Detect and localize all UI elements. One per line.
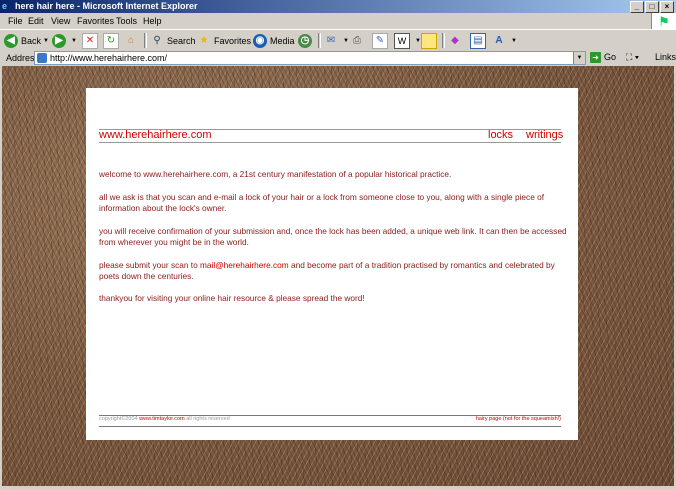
discuss-icon — [421, 32, 437, 49]
address-value: http://www.herehairhere.com/ — [50, 53, 168, 63]
chevron-down-icon: ▼ — [511, 37, 517, 44]
window-title: here hair here - Microsoft Internet Expl… — [15, 1, 198, 11]
go-arrow-icon: ➜ — [590, 52, 601, 63]
page-viewport: www.herehairhere.com locks writings welc… — [2, 66, 674, 486]
refresh-icon: ↻ — [103, 32, 119, 49]
page-icon — [37, 53, 47, 63]
back-button[interactable]: ◀ Back ▼ — [4, 32, 49, 49]
history-button[interactable]: ◷ — [298, 32, 315, 49]
edit-page-button[interactable]: ✎ — [372, 32, 391, 49]
content-panel: www.herehairhere.com locks writings welc… — [86, 88, 578, 440]
search-button[interactable]: ⚲ Search — [150, 32, 196, 49]
address-input[interactable]: http://www.herehairhere.com/ ▼ — [34, 51, 586, 65]
research-icon: ◆ — [451, 34, 459, 46]
refresh-button[interactable]: ↻ — [103, 32, 122, 49]
chevron-down-icon: ▼ — [71, 37, 77, 44]
mail-button[interactable]: ✉ ▼ — [324, 32, 349, 49]
star-icon: ★ — [199, 34, 209, 46]
back-arrow-icon: ◀ — [4, 33, 18, 48]
messenger-icon: ▤ — [470, 32, 486, 49]
minimize-button[interactable]: _ — [630, 1, 644, 13]
welcome-paragraph: welcome to www.herehairhere.com, a 21st … — [99, 169, 452, 179]
go-button[interactable]: ➜ Go — [590, 51, 616, 64]
thankyou-paragraph: thankyou for visiting your online hair r… — [99, 293, 365, 303]
rights-text: all rights reserved — [184, 416, 230, 422]
toolbar-separator — [144, 33, 147, 48]
discuss-button[interactable] — [421, 32, 440, 49]
footer-bottom-rule — [99, 426, 561, 427]
print-icon: ⎙ — [353, 34, 361, 46]
research-button[interactable]: ◆ — [448, 32, 465, 49]
credit-link[interactable]: www.timtaylor.com — [139, 416, 185, 422]
title-bar: e here hair here - Microsoft Internet Exp… — [0, 0, 676, 13]
back-label: Back — [21, 35, 42, 46]
menu-help[interactable]: Help — [143, 15, 162, 27]
edit-page-icon: ✎ — [372, 32, 388, 49]
media-icon: ◉ — [253, 33, 267, 48]
chevron-down-icon: ▼ — [43, 37, 49, 44]
search-icon: ⚲ — [153, 34, 161, 46]
chevron-down-icon: ▼ — [343, 37, 349, 44]
address-bar: Address http://www.herehairhere.com/ ▼ ➜… — [0, 51, 676, 65]
media-button[interactable]: ◉ Media — [253, 32, 295, 49]
home-icon: ⌂ — [127, 34, 135, 46]
site-name-link[interactable]: www.herehairhere.com — [99, 129, 212, 141]
word-icon: W — [394, 32, 410, 49]
menu-view[interactable]: View — [51, 15, 70, 27]
mail-icon: ✉ — [326, 34, 336, 46]
close-button[interactable]: × — [660, 1, 674, 13]
address-dropdown[interactable]: ▼ — [573, 52, 585, 64]
toolbar: ◀ Back ▼ ▶ ▼ ✕ ↻ ⌂ ⚲ Search ★ Favorites … — [0, 29, 676, 52]
favorites-button[interactable]: ★ Favorites — [197, 32, 252, 49]
nav-writings-link[interactable]: writings — [526, 129, 563, 141]
translate-icon[interactable]: ⛶ ▾ — [626, 51, 639, 64]
ie-logo-icon: e — [2, 1, 8, 11]
messenger-button[interactable]: ▤ — [470, 32, 489, 49]
text-size-icon: A — [495, 34, 503, 46]
menu-bar: File Edit View Favorites Tools Help — [0, 14, 676, 28]
menu-favorites[interactable]: Favorites — [77, 15, 114, 27]
submit-paragraph: please submit your scan to mail@herehair… — [99, 260, 569, 282]
window-controls: _ □ × — [630, 1, 674, 13]
toolbar-separator — [442, 33, 445, 48]
submit-text-before: please submit your scan to — [99, 260, 200, 270]
menu-edit[interactable]: Edit — [28, 15, 44, 27]
menu-tools[interactable]: Tools — [116, 15, 137, 27]
forward-arrow-icon: ▶ — [52, 33, 66, 48]
home-button[interactable]: ⌂ — [124, 32, 141, 49]
stop-icon: ✕ — [82, 32, 98, 49]
media-label: Media — [270, 35, 295, 46]
extra-tool-button[interactable]: A ▼ — [492, 32, 517, 49]
hairy-page-link[interactable]: hairy page (not for the squeamish!) — [476, 416, 561, 422]
forward-button[interactable]: ▶ ▼ — [52, 32, 77, 49]
maximize-button[interactable]: □ — [645, 1, 659, 13]
header-bottom-rule — [99, 142, 561, 143]
email-link[interactable]: mail@herehairhere.com — [200, 260, 289, 270]
copyright-text: copyright©2004 — [99, 416, 140, 422]
search-label: Search — [167, 35, 196, 46]
nav-locks-link[interactable]: locks — [488, 129, 513, 141]
links-button[interactable]: Links — [655, 51, 676, 64]
stop-button[interactable]: ✕ — [82, 32, 101, 49]
toolbar-separator — [318, 33, 321, 48]
footer-copyright: copyright©2004 www.timtaylor.com all rig… — [99, 416, 230, 422]
favorites-label: Favorites — [214, 35, 252, 46]
print-button[interactable]: ⎙ — [350, 32, 367, 49]
menu-file[interactable]: File — [8, 15, 23, 27]
word-button[interactable]: W ▼ — [394, 32, 421, 49]
go-label: Go — [604, 52, 617, 62]
instructions-paragraph: all we ask is that you scan and e-mail a… — [99, 192, 545, 213]
history-icon: ◷ — [298, 33, 312, 48]
confirmation-paragraph: you will receive confirmation of your su… — [99, 226, 567, 247]
